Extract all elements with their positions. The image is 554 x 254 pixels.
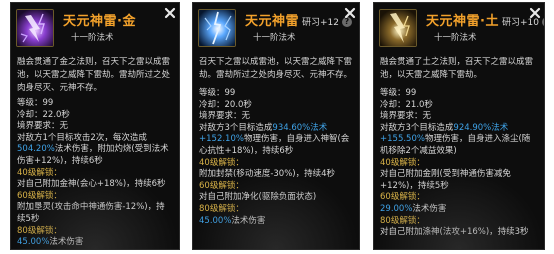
unlock-40-text: 对自己附加金刚(受到神通伤害减免+12%)，持续5秒 xyxy=(380,169,511,191)
unlock-60-text: 附加垦灵(攻击命中神通伤害-12%)，持续5秒 xyxy=(17,202,165,224)
unlock-80-label: 80级解锁： xyxy=(199,203,244,214)
card-header: 天元神雷·土研习+10? 十一阶法术 xyxy=(374,3,544,55)
lightning-skill-icon xyxy=(16,9,54,47)
unlock-40-label: 40级解锁： xyxy=(380,157,425,168)
cooldown-line: 冷却：22.0秒 xyxy=(17,109,70,120)
close-icon[interactable] xyxy=(344,7,356,19)
lightning-skill-icon xyxy=(379,9,417,47)
cooldown-line: 冷却：20.0秒 xyxy=(199,99,252,110)
unlock-40-text: 附加封禁(移动速度-30%)，持续4秒 xyxy=(199,169,336,180)
effect-line: 对敌方3个目标造成924.90%法术+155.50%物理伤害，自身进入涤尘(随机… xyxy=(380,122,531,156)
unlock-40-text: 对自己附加金神(会心+18%)，持续6秒 xyxy=(17,179,166,190)
skill-tier: 十一阶法术 xyxy=(253,33,296,43)
skill-tooltip-card-3: 天元神雷·土研习+10? 十一阶法术 融会贯通了土之法则，召天下之雷以成雷池，以… xyxy=(373,2,545,250)
unlock-80-text: 对自己附加涤神(法攻+16%)，持续3秒 xyxy=(380,227,529,238)
study-level: 研习+10 xyxy=(501,18,539,28)
cooldown-line: 冷却：21.0秒 xyxy=(380,99,433,110)
unlock-60-text: 29.00%法术伤害 xyxy=(380,203,447,214)
skill-title: 天元神雷 研习+12? xyxy=(245,10,353,29)
close-icon[interactable] xyxy=(164,7,176,19)
study-level: 研习+12 xyxy=(302,18,340,28)
requirement-line: 境界要求：无 xyxy=(17,121,69,132)
skill-description: 召天下之雷以成雷池，以天雷之威降下雷劫。雷劫所过之处肉身尽灭、元神不存。 xyxy=(199,57,353,80)
skill-title: 天元神雷·土研习+10? xyxy=(426,10,544,29)
skill-description: 融会贯通了金之法则，召天下之雷以成雷池，以天雷之威降下雷劫。雷劫所过之处肉身尽灭… xyxy=(17,57,171,93)
unlock-80-text: 45.00%法术伤害 xyxy=(199,215,266,226)
level-line: 等级：99 xyxy=(380,88,417,98)
level-line: 等级：99 xyxy=(199,88,236,98)
skill-stats: 等级：99 冷却：22.0秒 境界要求：无 对敌方1个目标攻击2次，每次造成50… xyxy=(17,98,173,249)
unlock-80-text: 45.00%法术伤害 xyxy=(17,237,84,248)
skill-stats: 等级：99 冷却：21.0秒 境界要求：无 对敌方3个目标造成924.90%法术… xyxy=(380,88,538,239)
unlock-60-label: 60级解锁： xyxy=(17,190,62,201)
skill-stats: 等级：99 冷却：20.0秒 境界要求：无 对敌方3个目标造成934.60%法术… xyxy=(199,88,353,227)
effect-line: 对敌方1个目标攻击2次，每次造成504.20%法术伤害，附加灼烧(受到法术伤害+… xyxy=(17,132,169,166)
unlock-80-label: 80级解锁： xyxy=(380,215,425,226)
card-header: 天元神雷·金 十一阶法术 xyxy=(11,3,179,55)
unlock-40-label: 40级解锁： xyxy=(199,157,244,168)
skill-title: 天元神雷·金 xyxy=(63,14,136,29)
unlock-60-text: 对自己附加净化(驱除负面状态) xyxy=(199,192,317,203)
unlock-60-label: 60级解锁： xyxy=(199,180,244,191)
skill-tier: 十一阶法术 xyxy=(434,33,477,43)
unlock-40-label: 40级解锁： xyxy=(17,167,62,178)
close-icon[interactable] xyxy=(529,7,541,19)
unlock-80-label: 80级解锁： xyxy=(17,225,62,236)
effect-line: 对敌方3个目标造成934.60%法术+152.10%物理伤害，自身进入神智(会心… xyxy=(199,122,350,156)
skill-description: 融会贯通了土之法则，召天下之雷以成雷池，以天雷之威降下雷劫。 xyxy=(380,57,534,80)
skill-tooltip-card-2: 天元神雷 研习+12? 十一阶法术 召天下之雷以成雷池，以天雷之威降下雷劫。雷劫所… xyxy=(192,2,360,250)
card-header: 天元神雷 研习+12? 十一阶法术 xyxy=(193,3,359,55)
requirement-line: 境界要求：无 xyxy=(380,111,432,122)
unlock-60-label: 60级解锁： xyxy=(380,192,425,203)
skill-tooltip-card-1: 天元神雷·金 十一阶法术 融会贯通了金之法则，召天下之雷以成雷池，以天雷之威降下… xyxy=(10,2,180,250)
lightning-skill-icon xyxy=(198,9,236,47)
level-line: 等级：99 xyxy=(17,98,54,108)
help-icon[interactable]: ? xyxy=(541,17,544,27)
skill-tier: 十一阶法术 xyxy=(71,33,114,43)
requirement-line: 境界要求：无 xyxy=(199,111,251,122)
